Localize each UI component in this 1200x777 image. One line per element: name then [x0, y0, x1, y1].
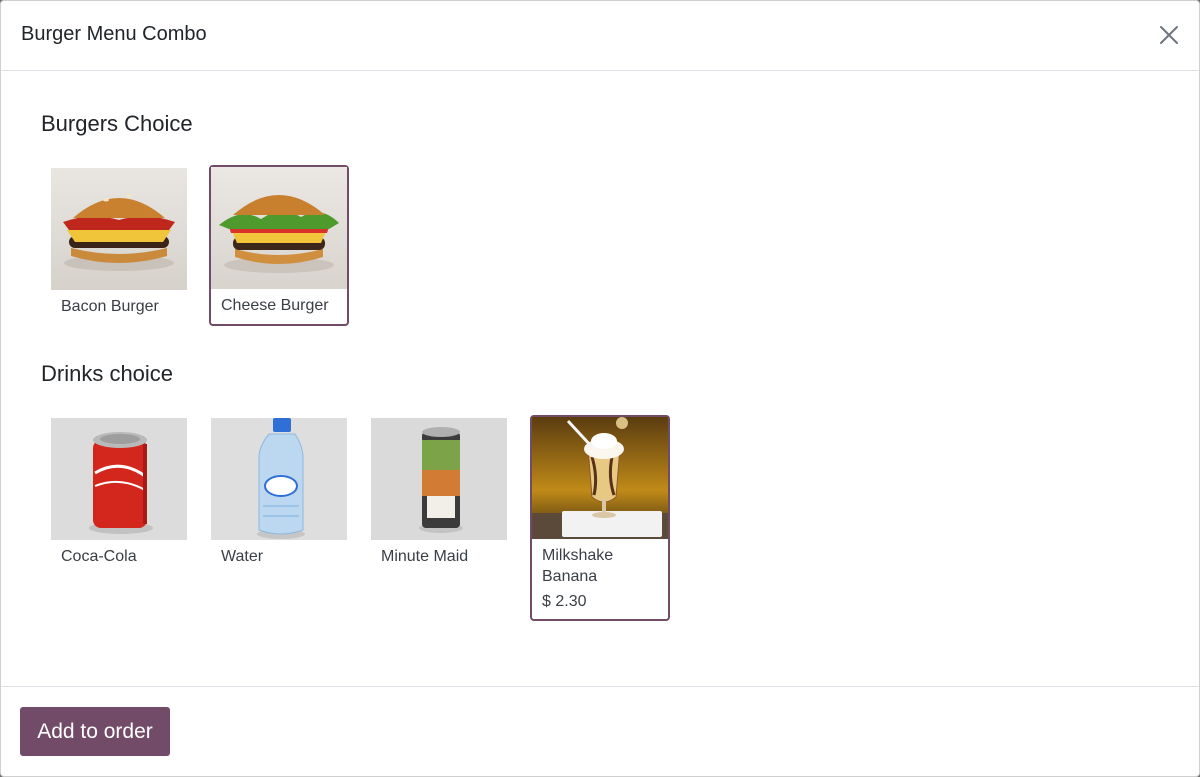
- product-name: Coca-Cola: [61, 548, 137, 565]
- product-card-bacon-burger[interactable]: Bacon Burger: [49, 166, 189, 329]
- product-card-water[interactable]: Water: [209, 416, 349, 579]
- coca-cola-image: [51, 418, 187, 540]
- combo-dialog: Burger Menu Combo Burgers Choice Bacon B…: [0, 0, 1200, 777]
- cheese-burger-image: [211, 167, 347, 289]
- product-name: Water: [221, 548, 264, 565]
- product-card-cheese-burger[interactable]: Cheese Burger: [209, 165, 349, 326]
- product-name: Minute Maid: [381, 548, 469, 565]
- water-image: [211, 418, 347, 540]
- dialog-header: Burger Menu Combo: [1, 1, 1199, 71]
- product-card-coca-cola[interactable]: Coca-Cola: [49, 416, 189, 579]
- product-name: Milkshake Banana: [542, 547, 614, 585]
- product-price: $ 2.30: [542, 593, 587, 610]
- product-card-minute-maid[interactable]: Minute Maid: [369, 416, 509, 579]
- dialog-title: Burger Menu Combo: [21, 23, 207, 45]
- minute-maid-image: [371, 418, 507, 540]
- dialog-footer: Add to order: [1, 686, 1199, 776]
- burgers-section-title: Burgers Choice: [41, 111, 193, 136]
- product-card-milkshake-banana[interactable]: Milkshake Banana $ 2.30: [530, 415, 670, 621]
- product-name: Cheese Burger: [221, 297, 329, 314]
- product-name: Bacon Burger: [61, 298, 159, 315]
- add-to-order-button[interactable]: Add to order: [20, 707, 170, 756]
- drinks-section-title: Drinks choice: [41, 361, 174, 386]
- close-icon[interactable]: [1157, 23, 1181, 47]
- milkshake-banana-image: [532, 417, 668, 539]
- dialog-body: Burgers Choice Bacon Burger Cheese Burge…: [1, 71, 1199, 686]
- bacon-burger-image: [51, 168, 187, 290]
